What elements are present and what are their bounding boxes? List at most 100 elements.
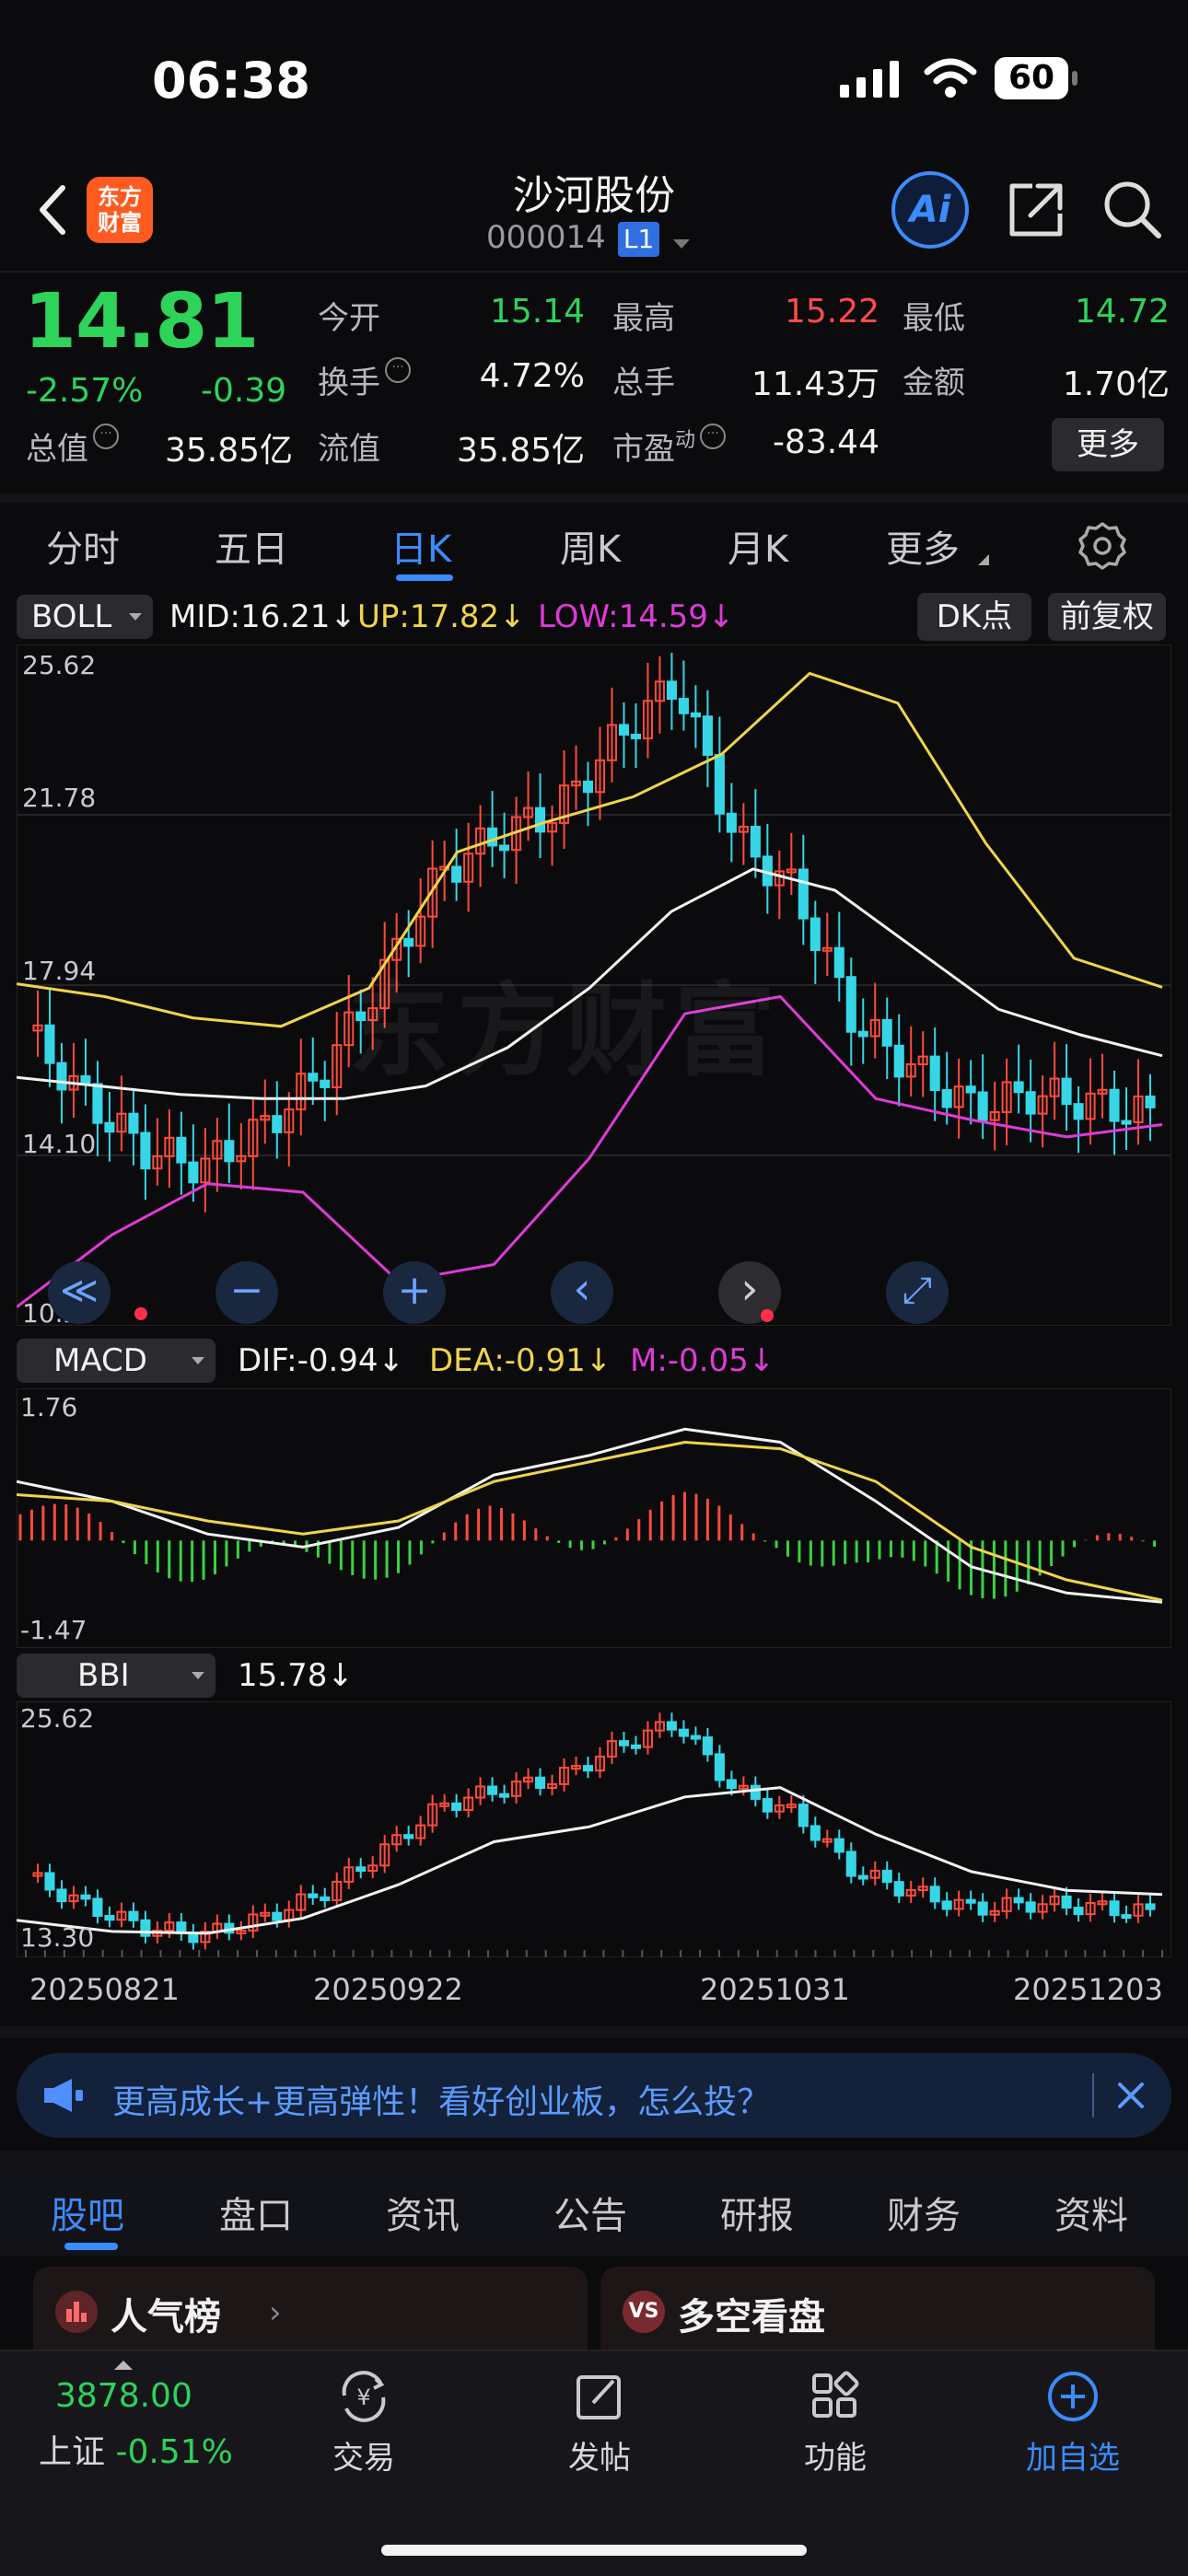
candle <box>833 946 844 979</box>
bbi-chart[interactable]: 25.62 13.30 <box>17 1701 1171 1957</box>
tab-wuri[interactable]: 五日 <box>215 519 288 573</box>
watermark: 东方财富 <box>348 972 783 1090</box>
candle <box>845 1851 856 1877</box>
info-dots-icon: ··· <box>700 424 727 449</box>
stock-code-row[interactable]: 000014 L1 <box>486 219 707 260</box>
candle <box>1061 1895 1072 1909</box>
index-caret-icon <box>114 2361 133 2370</box>
caret-down-icon <box>673 238 691 249</box>
more-button[interactable]: 更多 <box>1052 418 1164 471</box>
yen-exchange-icon: ¥ <box>335 2368 392 2425</box>
quote-turnover[interactable]: 换手 ··· 4.72% <box>318 357 585 402</box>
boll-legend: BOLL MID:16.21↓ UP:17.82↓ LOW:14.59↓ DK点… <box>0 589 1188 644</box>
quote-pe[interactable]: 市盈动 ··· -83.44 <box>612 424 879 469</box>
candle <box>56 1062 67 1091</box>
candle <box>1013 1897 1024 1904</box>
adjust-button[interactable]: 前复权 <box>1048 593 1166 641</box>
header: 东方 财富 沙河股份 000014 L1 Ai <box>0 157 1188 272</box>
section-tabs: 股吧 盘口 资讯 公告 研报 财务 资料 <box>0 2164 1188 2256</box>
promo-banner[interactable]: 更高成长+更高弹性！看好创业板，怎么投？ <box>17 2053 1171 2138</box>
dropdown-icon <box>129 613 142 621</box>
quote-market-cap[interactable]: 总值 ··· 35.85亿 <box>26 424 293 470</box>
candle <box>308 1073 319 1082</box>
next-dot <box>761 1309 774 1322</box>
vs-icon: VS <box>623 2291 665 2333</box>
candle <box>714 1753 725 1781</box>
candle <box>355 1866 367 1873</box>
candle <box>1109 1088 1120 1122</box>
candle <box>977 1091 988 1121</box>
tab-monthly-k[interactable]: 月K <box>728 519 788 573</box>
prev-icon[interactable]: ‹ <box>551 1261 613 1324</box>
macd-indicator-select[interactable]: MACD <box>17 1339 215 1383</box>
candle <box>1025 1901 1036 1913</box>
section-tab-indicator <box>64 2243 118 2250</box>
candle <box>702 715 713 756</box>
tab-ziliao[interactable]: 资料 <box>1054 2186 1128 2239</box>
bbi-frame <box>17 1701 1171 1957</box>
close-icon[interactable] <box>1114 2079 1147 2112</box>
market-sentiment-card[interactable]: VS 多空看盘 <box>600 2267 1155 2350</box>
candle <box>881 1018 892 1047</box>
boll-axis-2: 21.78 <box>22 783 97 813</box>
tab-weekly-k[interactable]: 周K <box>560 519 621 573</box>
candle <box>487 827 498 847</box>
stock-code: 000014 <box>486 219 606 256</box>
boll-chart[interactable]: 东方财富 25.62 21.78 17.94 14.10 10.25 ≪ − +… <box>17 644 1171 1329</box>
boll-indicator-select[interactable]: BOLL <box>17 595 153 639</box>
megaphone-icon <box>41 2075 87 2116</box>
macd-chart[interactable]: 1.76 -1.47 <box>17 1388 1171 1648</box>
candle <box>726 812 737 833</box>
dk-point-button[interactable]: DK点 <box>917 593 1031 641</box>
period-tabs: 分时 五日 日K 周K 月K 更多 <box>0 505 1188 587</box>
candle <box>1025 1091 1036 1115</box>
candle <box>857 1030 868 1038</box>
last-price: 14.81 <box>24 278 259 366</box>
gear-icon[interactable] <box>1077 521 1127 571</box>
candle <box>320 1079 331 1088</box>
tab-zixun[interactable]: 资讯 <box>386 2186 460 2239</box>
nav-functions-label: 功能 <box>804 2440 867 2477</box>
candle <box>272 1115 283 1133</box>
candle <box>845 976 856 1033</box>
share-icon[interactable] <box>1007 180 1066 239</box>
nav-trade[interactable]: ¥ 交易 <box>313 2368 414 2478</box>
bbi-indicator-select[interactable]: BBI <box>17 1654 215 1698</box>
nav-post[interactable]: 发帖 <box>549 2368 650 2478</box>
chevron-right-icon: › <box>269 2294 282 2331</box>
candle <box>941 1900 952 1910</box>
rewind-icon[interactable]: ≪ <box>48 1261 111 1324</box>
edit-icon <box>571 2368 628 2425</box>
fullscreen-icon[interactable]: ⤢ <box>886 1261 949 1324</box>
tab-guba[interactable]: 股吧 <box>51 2186 124 2239</box>
status-time: 06:38 <box>152 52 310 110</box>
tab-yanbao[interactable]: 研报 <box>720 2186 794 2239</box>
candle <box>929 1055 940 1092</box>
date-label-4: 20251203 <box>1013 1972 1163 2007</box>
index-ticker[interactable]: 上证 -0.51% <box>39 2425 233 2473</box>
search-icon[interactable] <box>1101 179 1162 239</box>
candle <box>140 1131 151 1170</box>
date-label-1: 20250821 <box>29 1972 180 2007</box>
tab-gonggao[interactable]: 公告 <box>553 2186 627 2239</box>
zoom-out-icon[interactable]: − <box>215 1261 278 1324</box>
ai-label: Ai <box>909 189 951 231</box>
tab-more[interactable]: 更多 <box>886 519 960 573</box>
macd-dea: DEA:-0.91↓ <box>429 1342 612 1379</box>
candle <box>809 917 821 951</box>
quote-open: 今开 15.14 <box>318 293 585 337</box>
zoom-in-icon[interactable]: + <box>383 1261 446 1324</box>
svg-text:¥: ¥ <box>356 2385 370 2410</box>
rewind-dot <box>134 1307 147 1320</box>
nav-functions[interactable]: 功能 <box>785 2368 886 2478</box>
candle <box>1073 1907 1084 1916</box>
boll-axis-3: 17.94 <box>22 956 97 986</box>
tab-pankou[interactable]: 盘口 <box>219 2186 293 2239</box>
tab-fenshi[interactable]: 分时 <box>46 519 120 573</box>
tab-daily-k[interactable]: 日K <box>390 519 451 573</box>
popularity-card[interactable]: 人气榜 › <box>33 2267 588 2350</box>
tab-caiwu[interactable]: 财务 <box>887 2186 961 2239</box>
nav-add-watchlist[interactable]: 加自选 <box>1013 2368 1133 2478</box>
candle <box>403 937 414 947</box>
ai-button[interactable]: Ai <box>891 171 969 249</box>
